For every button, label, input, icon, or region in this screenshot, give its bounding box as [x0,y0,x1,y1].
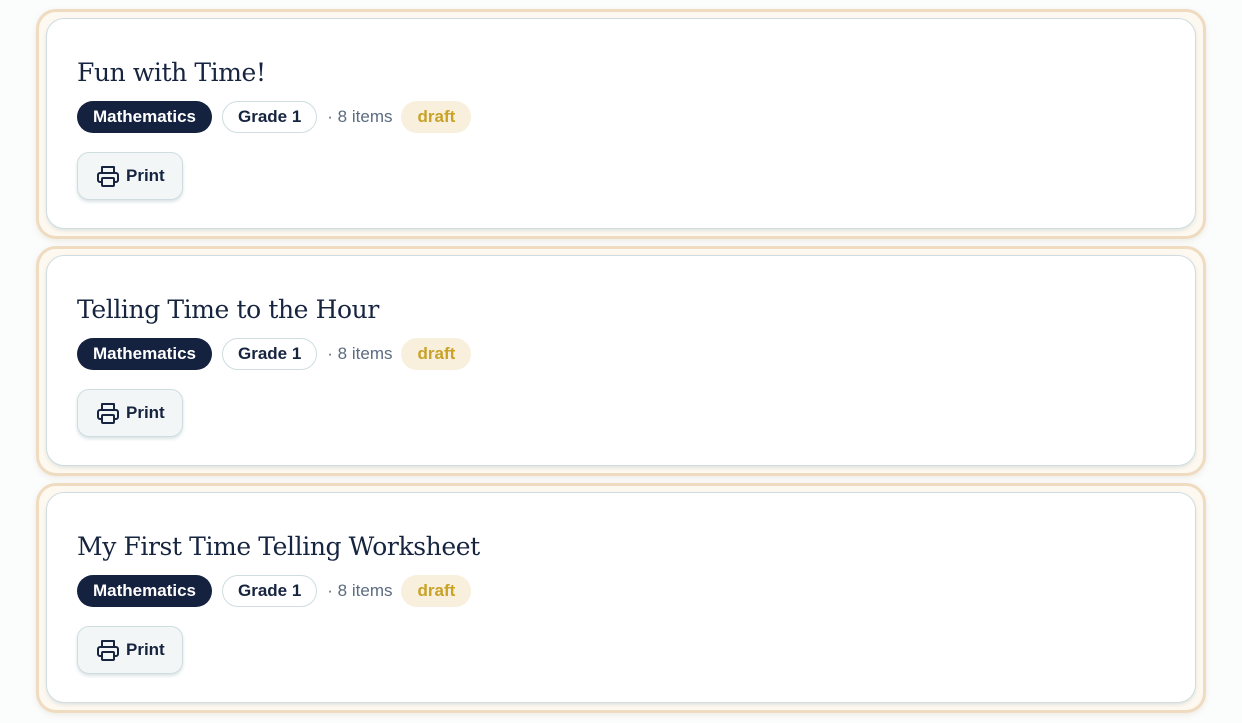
printer-icon [97,166,119,187]
worksheet-meta: Mathematics Grade 1 · 8 items draft [77,101,1165,133]
worksheet-card[interactable]: My First Time Telling Worksheet Mathemat… [46,492,1196,703]
print-button[interactable]: Print [77,389,183,437]
print-label: Print [126,166,165,185]
subject-badge: Mathematics [77,575,212,607]
worksheet-card[interactable]: Fun with Time! Mathematics Grade 1 · 8 i… [46,18,1196,229]
print-label: Print [126,640,165,659]
subject-badge: Mathematics [77,101,212,133]
printer-icon [97,640,119,661]
grade-badge: Grade 1 [221,338,318,370]
worksheet-title[interactable]: My First Time Telling Worksheet [77,529,1165,565]
worksheet-meta: Mathematics Grade 1 · 8 items draft [77,338,1165,370]
status-badge: draft [401,575,472,607]
grade-badge: Grade 1 [221,575,318,607]
item-count: · 8 items [327,107,393,126]
grade-badge: Grade 1 [221,101,318,133]
item-count: · 8 items [327,581,393,600]
status-badge: draft [401,338,472,370]
worksheet-card-selected[interactable]: Telling Time to the Hour Mathematics Gra… [36,246,1206,476]
subject-badge: Mathematics [77,338,212,370]
worksheet-meta: Mathematics Grade 1 · 8 items draft [77,575,1165,607]
print-button[interactable]: Print [77,152,183,200]
status-badge: draft [401,101,472,133]
worksheet-card-selected[interactable]: My First Time Telling Worksheet Mathemat… [36,483,1206,713]
worksheet-list: Fun with Time! Mathematics Grade 1 · 8 i… [36,9,1206,720]
worksheet-title[interactable]: Telling Time to the Hour [77,292,1165,328]
item-count: · 8 items [327,344,393,363]
print-button[interactable]: Print [77,626,183,674]
worksheet-title[interactable]: Fun with Time! [77,55,1165,91]
worksheet-card-selected[interactable]: Fun with Time! Mathematics Grade 1 · 8 i… [36,9,1206,239]
worksheet-card[interactable]: Telling Time to the Hour Mathematics Gra… [46,255,1196,466]
printer-icon [97,403,119,424]
print-label: Print [126,403,165,422]
